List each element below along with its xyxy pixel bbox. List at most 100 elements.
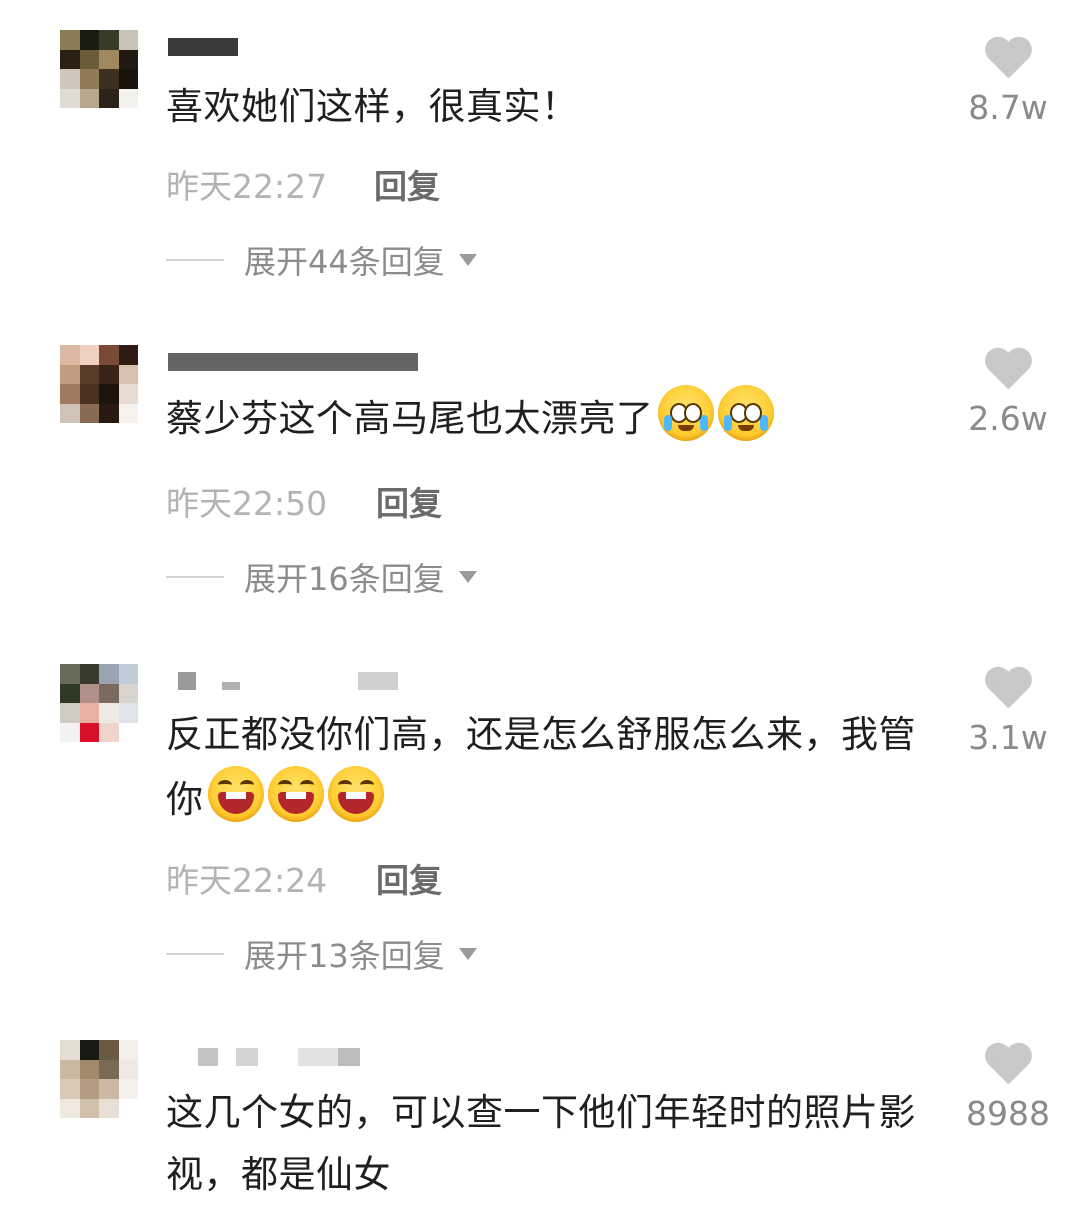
avatar-pixel xyxy=(79,683,99,703)
avatar-pixel xyxy=(79,88,99,108)
avatar-pixel xyxy=(79,1040,99,1060)
avatar-pixel xyxy=(79,664,99,684)
divider-line xyxy=(166,953,224,955)
avatar[interactable] xyxy=(60,345,138,423)
comment-time: 昨天22:27 xyxy=(166,167,328,206)
avatar-pixel xyxy=(79,1079,99,1099)
avatar-pixel xyxy=(99,1059,119,1079)
laugh-emoji xyxy=(267,766,324,822)
comment-time: 昨天22:24 xyxy=(166,861,328,900)
heart-icon xyxy=(983,349,1033,395)
avatar-pixel xyxy=(118,1098,138,1118)
avatar-pixel xyxy=(99,345,119,365)
like-button[interactable]: 8.7w xyxy=(960,38,1056,127)
comment-text: 反正都没你们高，还是怎么舒服怎么来，我管你 xyxy=(166,704,936,831)
comment-meta: 昨天22:24 回复 xyxy=(166,854,442,900)
avatar-pixel xyxy=(99,364,119,384)
heart-icon xyxy=(983,1044,1033,1090)
avatar-pixel xyxy=(118,1040,138,1060)
like-button[interactable]: 2.6w xyxy=(960,349,1056,438)
avatar-pixel xyxy=(79,69,99,89)
avatar-pixel xyxy=(99,384,119,404)
avatar-pixel xyxy=(118,722,138,742)
avatar[interactable] xyxy=(60,1040,138,1118)
laugh-emoji xyxy=(327,766,384,822)
expand-replies-button[interactable]: 展开16条回复 xyxy=(166,557,477,598)
divider-line xyxy=(166,259,224,261)
avatar-pixel xyxy=(60,1098,80,1118)
avatar-pixel xyxy=(60,30,80,50)
avatar-pixel xyxy=(99,1079,119,1099)
laugh-emoji xyxy=(207,766,264,822)
username-redacted[interactable] xyxy=(166,345,426,375)
reply-button[interactable]: 回复 xyxy=(374,160,440,208)
expand-replies-button[interactable]: 展开44条回复 xyxy=(166,240,477,281)
avatar-pixel xyxy=(99,49,119,69)
comment-text-content: 喜欢她们这样，很真实！ xyxy=(166,85,579,128)
avatar-pixel xyxy=(99,683,119,703)
avatar-pixel xyxy=(79,364,99,384)
comment-text-content: 这几个女的，可以查一下他们年轻时的照片影视，都是仙女 xyxy=(166,1091,916,1196)
like-count: 8988 xyxy=(966,1094,1050,1133)
heart-icon xyxy=(983,668,1033,714)
avatar-pixel xyxy=(60,664,80,684)
avatar-pixel xyxy=(99,722,119,742)
avatar-pixel xyxy=(118,364,138,384)
avatar-pixel xyxy=(99,1098,119,1118)
avatar-pixel xyxy=(118,49,138,69)
avatar-pixel xyxy=(60,69,80,89)
avatar-pixel xyxy=(118,69,138,89)
avatar-pixel xyxy=(118,384,138,404)
avatar-pixel xyxy=(99,703,119,723)
avatar-pixel xyxy=(60,403,80,423)
avatar-pixel xyxy=(60,384,80,404)
expand-replies-button[interactable]: 展开13条回复 xyxy=(166,934,477,975)
reply-button[interactable]: 回复 xyxy=(376,854,442,902)
chevron-down-icon xyxy=(458,948,477,960)
avatar-pixel xyxy=(79,30,99,50)
avatar-pixel xyxy=(79,384,99,404)
comment-meta: 昨天22:27 回复 xyxy=(166,160,440,206)
comment-text: 喜欢她们这样，很真实！ xyxy=(166,76,946,138)
avatar-pixel xyxy=(60,1040,80,1060)
avatar-pixel xyxy=(99,69,119,89)
avatar-pixel xyxy=(99,403,119,423)
avatar-pixel xyxy=(118,30,138,50)
avatar-pixel xyxy=(60,722,80,742)
avatar[interactable] xyxy=(60,664,138,742)
avatar-pixel xyxy=(99,664,119,684)
avatar-pixel xyxy=(99,1040,119,1060)
avatar-pixel xyxy=(118,403,138,423)
comment-time: 昨天22:50 xyxy=(166,484,328,523)
avatar-pixel xyxy=(118,88,138,108)
comment-meta: 昨天22:50 回复 xyxy=(166,477,442,523)
avatar-pixel xyxy=(118,345,138,365)
comment-text: 蔡少芬这个高马尾也太漂亮了 xyxy=(166,385,946,450)
avatar[interactable] xyxy=(60,30,138,108)
username-redacted[interactable] xyxy=(166,1040,426,1070)
avatar-pixel xyxy=(79,703,99,723)
divider-line xyxy=(166,576,224,578)
chevron-down-icon xyxy=(458,254,477,266)
like-count: 2.6w xyxy=(968,399,1048,438)
like-count: 8.7w xyxy=(968,88,1048,127)
chevron-down-icon xyxy=(458,571,477,583)
avatar-pixel xyxy=(60,1059,80,1079)
heart-icon xyxy=(983,38,1033,84)
avatar-pixel xyxy=(118,664,138,684)
username-redacted[interactable] xyxy=(166,664,426,694)
avatar-pixel xyxy=(60,88,80,108)
username-redacted[interactable] xyxy=(166,30,426,60)
avatar-pixel xyxy=(118,1079,138,1099)
like-button[interactable]: 3.1w xyxy=(960,668,1056,757)
comment-text: 这几个女的，可以查一下他们年轻时的照片影视，都是仙女 xyxy=(166,1082,946,1206)
avatar-pixel xyxy=(60,683,80,703)
reply-button[interactable]: 回复 xyxy=(376,477,442,525)
like-button[interactable]: 8988 xyxy=(956,1044,1060,1133)
avatar-pixel xyxy=(79,1059,99,1079)
avatar-pixel xyxy=(99,30,119,50)
avatar-pixel xyxy=(79,403,99,423)
expand-replies-label: 展开16条回复 xyxy=(244,560,445,598)
expand-replies-label: 展开44条回复 xyxy=(244,243,445,281)
avatar-pixel xyxy=(60,364,80,384)
